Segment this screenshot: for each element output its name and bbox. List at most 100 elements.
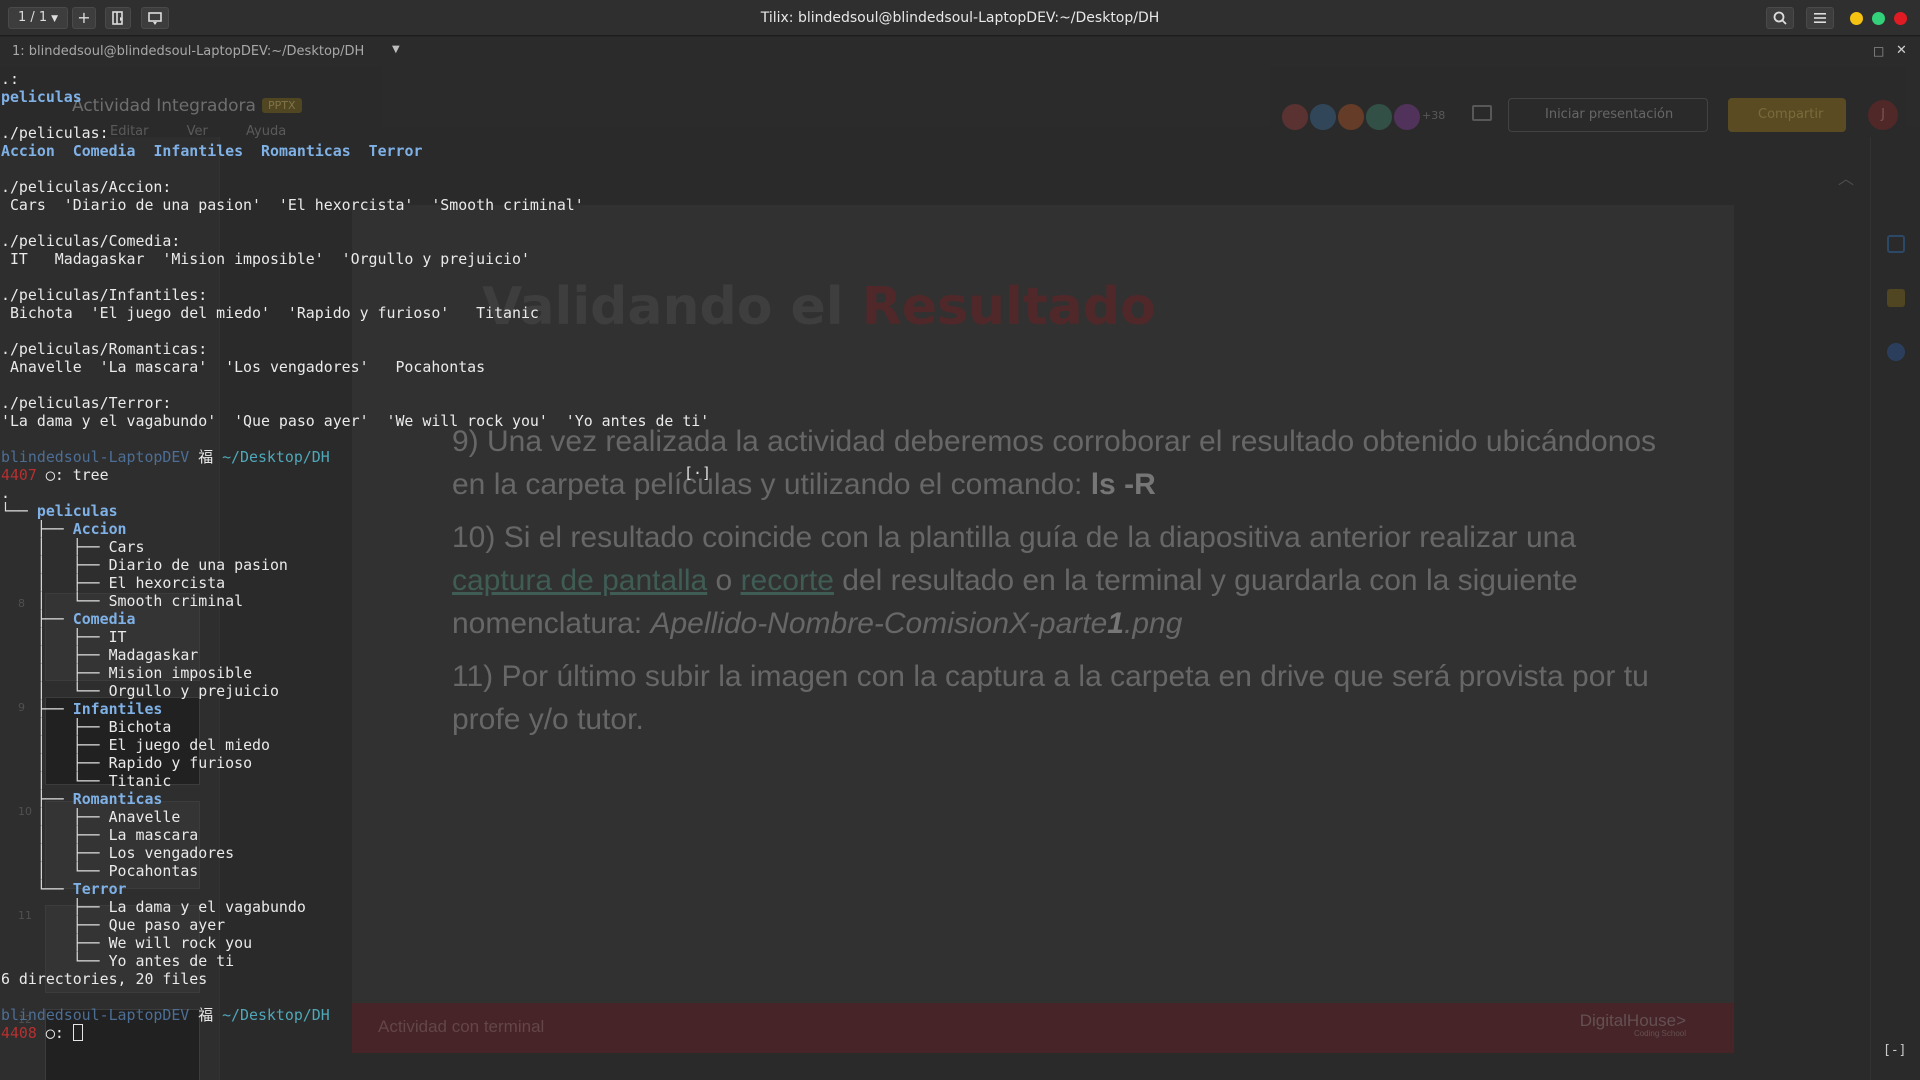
command-line: 4407 ◯: tree (1, 466, 109, 484)
tree-file-row: │ ├── Los vengadores (1, 844, 234, 862)
tree-branch: ├── (1, 610, 73, 628)
tree-file-name: El juego del miedo (108, 736, 270, 754)
tree-branch: │ ├── (1, 736, 109, 754)
prompt-path: ~/Desktop/DH (222, 448, 330, 466)
close-window-button[interactable] (1894, 12, 1907, 25)
tree-branch: │ ├── (1, 826, 109, 844)
split-vertical-icon (148, 12, 162, 25)
tree-dir-name: Terror (72, 880, 127, 898)
command-line[interactable]: 4408 ◯: (1, 1024, 83, 1042)
tree-dir-row: ├── Romanticas (1, 790, 163, 808)
tree-branch: │ ├── (1, 628, 109, 646)
tree-branch: │ ├── (1, 556, 109, 574)
close-terminal-icon[interactable]: ✕ (1896, 43, 1907, 58)
terminal-scroll-indicator[interactable]: [-] (1883, 1043, 1906, 1058)
tree-file-row: ├── La dama y el vagabundo (1, 898, 306, 916)
tree-branch: │ └── (1, 592, 109, 610)
session-label: 1 / 1 (17, 10, 48, 25)
split-vertical-button[interactable] (141, 7, 169, 29)
dir-entry: Romanticas (261, 142, 351, 160)
ls-file-list: Cars 'Diario de una pasion' 'El hexorcis… (1, 196, 584, 214)
command-text: tree (72, 466, 109, 484)
dir-entry: Infantiles (153, 142, 244, 160)
tree-file-name: Orgullo y prejuicio (108, 682, 279, 700)
tree-branch: │ └── (1, 772, 109, 790)
tree-branch: │ ├── (1, 808, 109, 826)
tree-dir-name: Comedia (72, 610, 136, 628)
history-number: 4407 (1, 466, 37, 484)
tree-file-row: │ ├── Cars (1, 538, 145, 556)
tree-file-name: La mascara (108, 826, 199, 844)
tree-file-row: ├── Que paso ayer (1, 916, 225, 934)
tree-dir-row: ├── Infantiles (1, 700, 163, 718)
tree-file-row: │ ├── IT (1, 628, 127, 646)
tree-file-row: │ ├── La mascara (1, 826, 198, 844)
ls-file-list: IT Madagaskar 'Mision imposible' 'Orgull… (1, 250, 530, 268)
tree-file-name: Bichota (108, 718, 172, 736)
tree-branch: │ ├── (1, 538, 109, 556)
hamburger-menu-button[interactable] (1806, 7, 1834, 29)
tree-branch: └── (1, 880, 73, 898)
add-session-button[interactable]: + (72, 7, 96, 29)
terminal-output[interactable]: .: peliculas ./peliculas: Accion Comedia… (0, 70, 1920, 1080)
tree-file-name: Que paso ayer (108, 916, 226, 934)
session-switcher-button[interactable]: 1 / 1 ▼ (8, 7, 68, 29)
tree-branch: │ ├── (1, 718, 109, 736)
split-horizontal-button[interactable] (105, 7, 131, 29)
prompt-glyph: 福 (189, 448, 223, 466)
tree-file-name: IT (108, 628, 127, 646)
tree-file-row: │ ├── Anavelle (1, 808, 180, 826)
ls-section-header: ./peliculas/Comedia: (1, 232, 181, 250)
tree-file-name: We will rock you (108, 934, 253, 952)
dir-entry: Terror (368, 142, 423, 160)
chevron-down-icon[interactable]: ▼ (392, 44, 400, 55)
tree-file-row: │ └── Titanic (1, 772, 172, 790)
chevron-down-icon: ▼ (51, 14, 59, 24)
prompt-path: ~/Desktop/DH (222, 1006, 330, 1024)
prompt-suffix: : (54, 1024, 73, 1042)
window-title: Tilix: blindedsoul@blindedsoul-LaptopDEV… (760, 10, 1160, 26)
tree-summary: 6 directories, 20 files (1, 970, 208, 988)
ls-file-list: 'La dama y el vagabundo' 'Que paso ayer'… (1, 412, 710, 430)
maximize-button[interactable] (1872, 12, 1885, 25)
ls-file-list: Bichota 'El juego del miedo' 'Rapido y f… (1, 304, 539, 322)
tree-file-row: │ ├── El hexorcista (1, 574, 225, 592)
tree-branch: │ ├── (1, 646, 109, 664)
ls-root-entry: peliculas (1, 88, 82, 106)
tree-branch: │ └── (1, 682, 109, 700)
ls-section-header: ./peliculas/Infantiles: (1, 286, 208, 304)
prompt-line: blindedsoul-LaptopDEV 福 ~/Desktop/DH (1, 1006, 330, 1024)
prompt-line: blindedsoul-LaptopDEV 福 ~/Desktop/DH (1, 448, 330, 466)
ls-section-header: ./peliculas/Terror: (1, 394, 172, 412)
tree-branch: ├── (1, 520, 73, 538)
tree-dir-name: Accion (72, 520, 127, 538)
tree-dir-name: Romanticas (72, 790, 163, 808)
search-icon (1773, 11, 1787, 25)
terminal-title-bar: 1: blindedsoul@blindedsoul-LaptopDEV:~/D… (0, 37, 1920, 67)
ls-root-header: .: (1, 70, 19, 88)
tree-file-row: │ ├── Mision imposible (1, 664, 252, 682)
tree-branch: ├── (1, 934, 109, 952)
tree-file-name: Rapido y furioso (108, 754, 253, 772)
hamburger-icon (1814, 13, 1826, 23)
tree-file-name: Smooth criminal (108, 592, 244, 610)
minimize-button[interactable] (1850, 12, 1863, 25)
terminal-title[interactable]: 1: blindedsoul@blindedsoul-LaptopDEV:~/D… (12, 44, 364, 59)
search-button[interactable] (1766, 7, 1794, 29)
tree-file-row: │ └── Orgullo y prejuicio (1, 682, 279, 700)
tree-file-row: │ └── Pocahontas (1, 862, 198, 880)
ls-category-list: Accion Comedia Infantiles Romanticas Ter… (1, 142, 422, 160)
tree-dir-row: └── Terror (1, 880, 127, 898)
tree-branch: │ ├── (1, 754, 109, 772)
tree-file-row: │ ├── Diario de una pasion (1, 556, 288, 574)
ls-section-header: ./peliculas/Accion: (1, 178, 172, 196)
tree-file-name: Titanic (108, 772, 172, 790)
tree-branch: ├── (1, 916, 109, 934)
tree-root: peliculas (36, 502, 118, 520)
tree-branch: │ ├── (1, 844, 109, 862)
maximize-terminal-icon[interactable]: □ (1873, 44, 1884, 58)
prompt-host: blindedsoul-LaptopDEV (1, 1006, 190, 1024)
prompt-host: blindedsoul-LaptopDEV (1, 448, 190, 466)
tree-file-row: │ ├── Bichota (1, 718, 172, 736)
tree-file-name: Pocahontas (108, 862, 199, 880)
